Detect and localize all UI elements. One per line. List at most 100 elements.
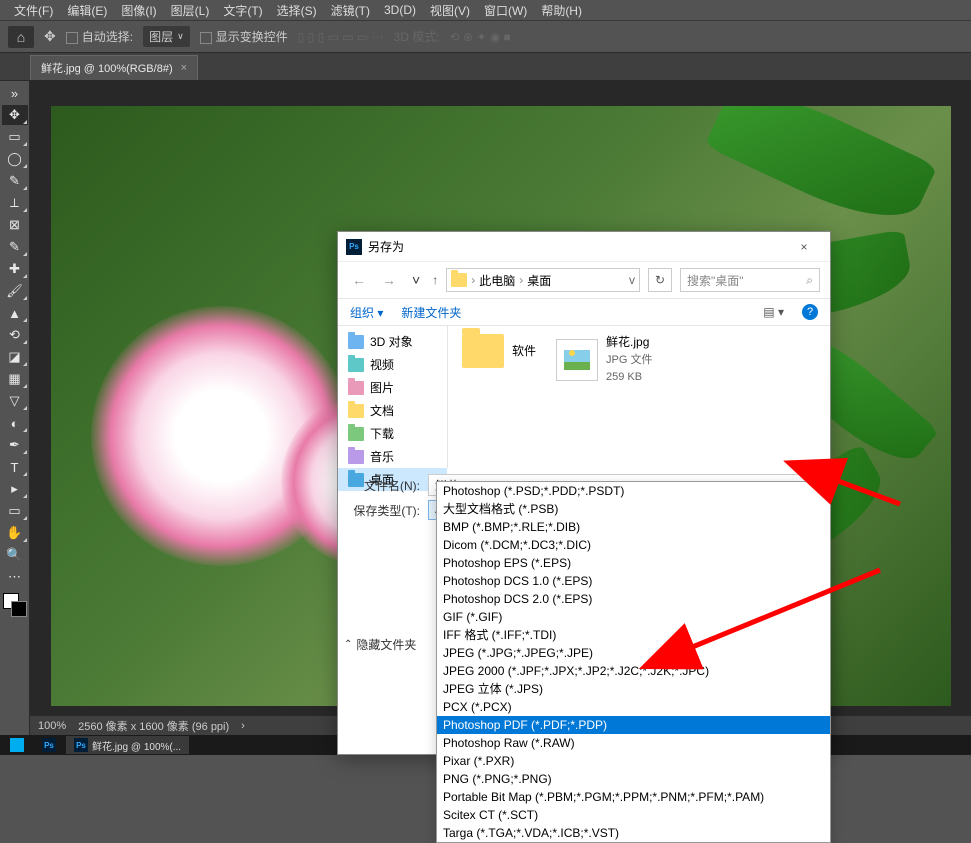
crop-tool[interactable]: ⟂ xyxy=(2,193,28,213)
nav-up-button[interactable]: ↑ xyxy=(432,273,438,287)
breadcrumb-sep: › xyxy=(471,273,475,287)
filetype-option[interactable]: Photoshop DCS 2.0 (*.EPS) xyxy=(437,590,830,608)
dialog-body: 3D 对象 视频 图片 文档 下载 音乐 桌面 软件 鲜花.jpg JPG 文件… xyxy=(338,326,830,468)
background-color[interactable] xyxy=(11,601,27,617)
auto-select-checkbox[interactable] xyxy=(66,32,78,44)
menu-3d[interactable]: 3D(D) xyxy=(384,3,416,17)
filetype-option[interactable]: BMP (*.BMP;*.RLE;*.DIB) xyxy=(437,518,830,536)
filetype-option[interactable]: JPEG 立体 (*.JPS) xyxy=(437,680,830,698)
chevron-down-icon[interactable]: ˅ xyxy=(408,272,424,288)
tree-item-pictures[interactable]: 图片 xyxy=(338,376,447,399)
status-dimensions[interactable]: 2560 像素 x 1600 像素 (96 ppi) xyxy=(78,718,229,734)
breadcrumb-dropdown-icon[interactable]: v xyxy=(629,273,635,287)
menu-edit[interactable]: 编辑(E) xyxy=(67,2,107,19)
view-options-button[interactable]: ▤ ▾ xyxy=(763,305,784,319)
home-button[interactable]: ⌂ xyxy=(8,26,34,48)
taskbar-active-window[interactable]: Ps鲜花.jpg @ 100%(... xyxy=(66,736,189,754)
frame-tool[interactable]: ⊠ xyxy=(2,215,28,235)
eraser-tool[interactable]: ◪ xyxy=(2,347,28,367)
new-folder-button[interactable]: 新建文件夹 xyxy=(401,304,461,321)
image-file-icon xyxy=(556,339,598,381)
tree-item-documents[interactable]: 文档 xyxy=(338,399,447,422)
history-brush-tool[interactable]: ⟲ xyxy=(2,325,28,345)
filetype-option[interactable]: Photoshop PDF (*.PDF;*.PDP) xyxy=(437,716,830,734)
filetype-option[interactable]: Photoshop (*.PSD;*.PDD;*.PSDT) xyxy=(437,482,830,500)
filetype-option[interactable]: JPEG 2000 (*.JPF;*.JPX;*.JP2;*.J2C;*.J2K… xyxy=(437,662,830,680)
hand-tool[interactable]: ✋ xyxy=(2,523,28,543)
menu-help[interactable]: 帮助(H) xyxy=(541,2,582,19)
file-item-folder[interactable]: 软件 xyxy=(462,334,536,368)
blur-tool[interactable]: ▽ xyxy=(2,391,28,411)
search-input[interactable]: 搜索"桌面" ⌕ xyxy=(680,268,820,292)
menu-select[interactable]: 选择(S) xyxy=(277,2,317,19)
help-button[interactable]: ? xyxy=(802,304,818,320)
status-chevron-icon[interactable]: › xyxy=(241,720,245,732)
file-item-image[interactable]: 鲜花.jpg JPG 文件 259 KB xyxy=(556,334,652,386)
taskbar-ps-icon[interactable]: Ps xyxy=(34,736,64,754)
lasso-tool[interactable]: ◯ xyxy=(2,149,28,169)
dialog-titlebar[interactable]: Ps 另存为 × xyxy=(338,232,830,262)
color-swatches[interactable] xyxy=(3,593,27,617)
gradient-tool[interactable]: ▦ xyxy=(2,369,28,389)
tool-expand-icon[interactable]: » xyxy=(2,83,28,103)
type-tool[interactable]: T xyxy=(2,457,28,477)
move-tool[interactable]: ✥ xyxy=(2,105,28,125)
document-tab[interactable]: 鲜花.jpg @ 100%(RGB/8#) × xyxy=(30,55,198,80)
quick-select-tool[interactable]: ✎ xyxy=(2,171,28,191)
filetype-option[interactable]: Portable Bit Map (*.PBM;*.PGM;*.PPM;*.PN… xyxy=(437,788,830,806)
filetype-option[interactable]: Dicom (*.DCM;*.DC3;*.DIC) xyxy=(437,536,830,554)
menu-file[interactable]: 文件(F) xyxy=(14,2,53,19)
file-list[interactable]: 软件 鲜花.jpg JPG 文件 259 KB xyxy=(448,326,830,468)
marquee-tool[interactable]: ▭ xyxy=(2,127,28,147)
tree-item-downloads[interactable]: 下载 xyxy=(338,422,447,445)
status-zoom[interactable]: 100% xyxy=(38,720,66,732)
hide-folders-button[interactable]: ⌃ 隐藏文件夹 xyxy=(344,636,416,653)
breadcrumb-part-desktop[interactable]: 桌面 xyxy=(527,272,551,289)
zoom-tool[interactable]: 🔍 xyxy=(2,545,28,565)
tree-item-music[interactable]: 音乐 xyxy=(338,445,447,468)
menu-layer[interactable]: 图层(L) xyxy=(171,2,210,19)
menu-window[interactable]: 窗口(W) xyxy=(484,2,527,19)
filetype-option[interactable]: 大型文档格式 (*.PSB) xyxy=(437,500,830,518)
filetype-dropdown[interactable]: Photoshop (*.PSD;*.PDD;*.PSDT)大型文档格式 (*.… xyxy=(436,481,831,843)
auto-select-dropdown[interactable]: 图层∨ xyxy=(143,26,190,47)
transform-controls-checkbox[interactable] xyxy=(200,32,212,44)
filetype-option[interactable]: GIF (*.GIF) xyxy=(437,608,830,626)
taskbar-start[interactable] xyxy=(2,736,32,754)
path-select-tool[interactable]: ▸ xyxy=(2,479,28,499)
eyedropper-tool[interactable]: ✎ xyxy=(2,237,28,257)
nav-forward-button[interactable]: → xyxy=(378,272,400,288)
photoshop-icon: Ps xyxy=(346,239,362,255)
tree-item-videos[interactable]: 视频 xyxy=(338,353,447,376)
shape-tool[interactable]: ▭ xyxy=(2,501,28,521)
brush-tool[interactable]: 🖌 xyxy=(2,281,28,301)
tree-item-3d[interactable]: 3D 对象 xyxy=(338,330,447,353)
menu-view[interactable]: 视图(V) xyxy=(430,2,470,19)
filetype-option[interactable]: IFF 格式 (*.IFF;*.TDI) xyxy=(437,626,830,644)
dialog-close-button[interactable]: × xyxy=(786,240,822,254)
pen-tool[interactable]: ✒ xyxy=(2,435,28,455)
refresh-button[interactable]: ↻ xyxy=(648,268,672,292)
filetype-option[interactable]: JPEG (*.JPG;*.JPEG;*.JPE) xyxy=(437,644,830,662)
align-icons: ▯ ▯ ▯ ▭ ▭ ▭ ⋯ xyxy=(298,30,384,44)
breadcrumb[interactable]: › 此电脑 › 桌面 v xyxy=(446,268,640,292)
organize-button[interactable]: 组织 ▾ xyxy=(350,304,383,321)
stamp-tool[interactable]: ▲ xyxy=(2,303,28,323)
filetype-option[interactable]: Targa (*.TGA;*.VDA;*.ICB;*.VST) xyxy=(437,824,830,842)
folder-tree: 3D 对象 视频 图片 文档 下载 音乐 桌面 xyxy=(338,326,448,468)
filetype-option[interactable]: Scitex CT (*.SCT) xyxy=(437,806,830,824)
breadcrumb-part-pc[interactable]: 此电脑 xyxy=(479,272,515,289)
menu-image[interactable]: 图像(I) xyxy=(121,2,156,19)
dodge-tool[interactable]: ◐ xyxy=(2,413,28,433)
filetype-option[interactable]: Photoshop Raw (*.RAW) xyxy=(437,734,830,752)
nav-back-button[interactable]: ← xyxy=(348,272,370,288)
edit-toolbar[interactable]: ⋯ xyxy=(2,567,28,587)
menu-type[interactable]: 文字(T) xyxy=(223,2,262,19)
document-tab-close[interactable]: × xyxy=(181,62,187,74)
filetype-option[interactable]: PCX (*.PCX) xyxy=(437,698,830,716)
healing-tool[interactable]: ✚ xyxy=(2,259,28,279)
filetype-option[interactable]: Photoshop DCS 1.0 (*.EPS) xyxy=(437,572,830,590)
filetype-option[interactable]: Photoshop EPS (*.EPS) xyxy=(437,554,830,572)
filetype-option[interactable]: PNG (*.PNG;*.PNG) xyxy=(437,770,830,788)
menu-filter[interactable]: 滤镜(T) xyxy=(331,2,370,19)
